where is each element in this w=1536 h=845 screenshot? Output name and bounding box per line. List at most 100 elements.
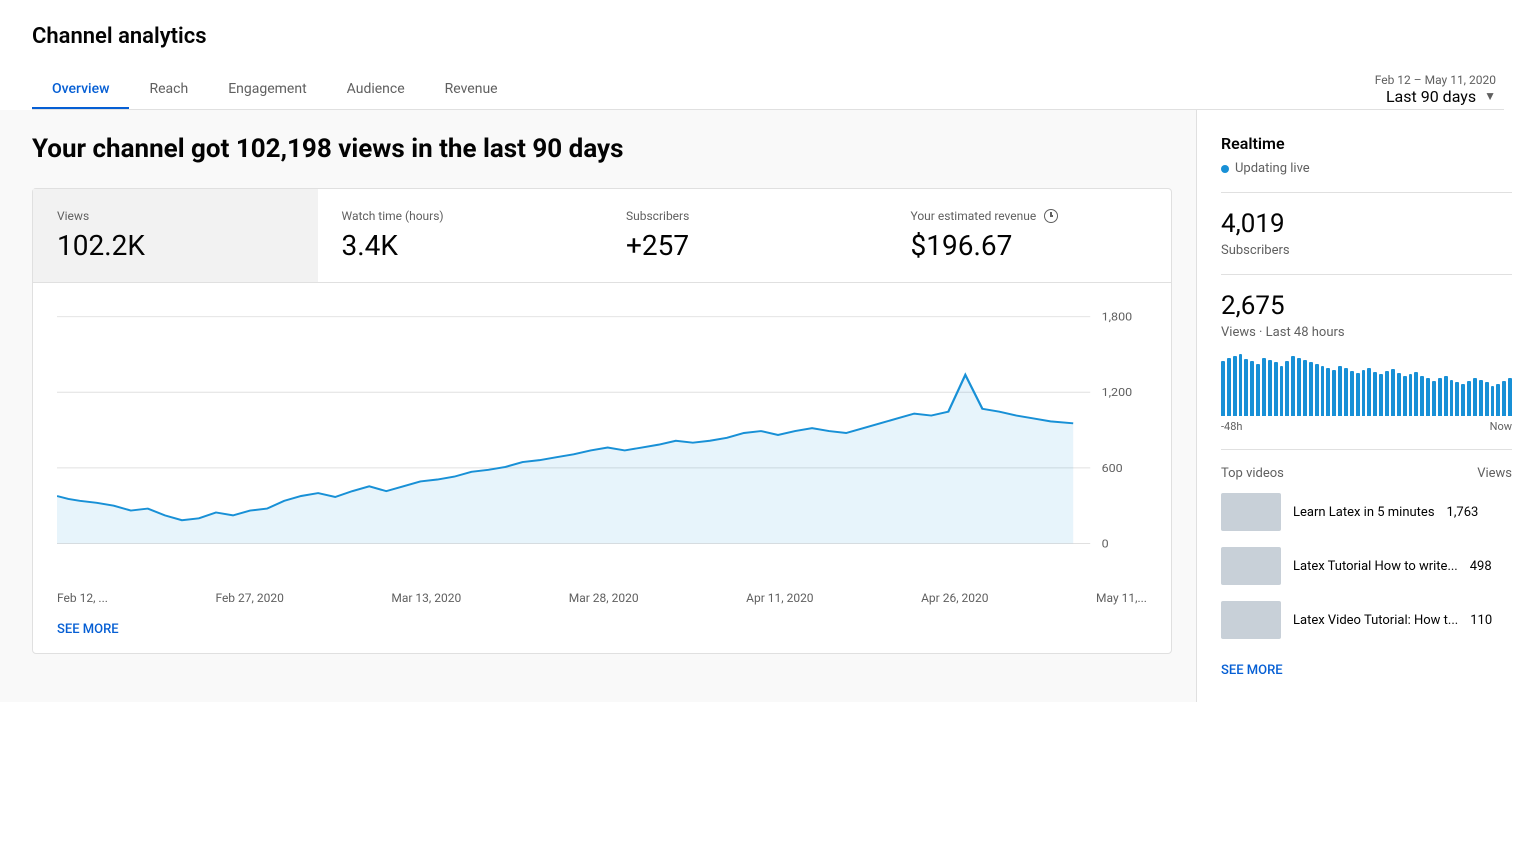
video-thumb-1 [1221,547,1281,585]
video-title-1: Latex Tutorial How to write... [1293,559,1458,574]
x-label-2: Mar 13, 2020 [391,591,461,605]
metric-revenue[interactable]: Your estimated revenue $196.67 [887,189,1172,282]
bar-item [1344,368,1348,416]
tab-revenue[interactable]: Revenue [425,69,518,109]
metric-views-label: Views [57,209,294,223]
svg-text:1,800: 1,800 [1102,310,1133,323]
bar-time-start: -48h [1221,420,1242,433]
divider-1 [1221,192,1512,193]
tab-overview[interactable]: Overview [32,69,129,109]
see-more-section: SEE MORE [33,605,1171,653]
bar-item [1256,364,1260,416]
video-views-1: 498 [1470,559,1492,574]
bar-item [1285,361,1289,416]
bar-item [1450,380,1454,416]
bar-item [1432,381,1436,416]
bar-item [1233,356,1237,416]
svg-text:600: 600 [1102,462,1123,475]
video-title-2: Latex Video Tutorial: How t... [1293,613,1458,628]
video-thumb-0 [1221,493,1281,531]
video-row-0[interactable]: Learn Latex in 5 minutes 1,763 [1221,493,1512,531]
metrics-row: Views 102.2K Watch time (hours) 3.4K Sub… [33,189,1171,283]
tabs-nav: Overview Reach Engagement Audience Reven… [32,69,518,109]
metric-views[interactable]: Views 102.2K [33,189,318,282]
realtime-title: Realtime [1221,134,1512,153]
x-label-1: Feb 27, 2020 [215,591,283,605]
bar-item [1426,378,1430,416]
bar-item [1291,356,1295,416]
bar-time-end: Now [1490,420,1512,433]
x-label-5: Apr 26, 2020 [921,591,988,605]
bar-item [1274,362,1278,416]
metric-revenue-label: Your estimated revenue [911,209,1148,223]
realtime-views-label: Views · Last 48 hours [1221,325,1512,340]
svg-text:1,200: 1,200 [1102,386,1133,399]
top-videos-label: Top videos [1221,466,1284,481]
bar-item [1409,374,1413,416]
tab-audience[interactable]: Audience [327,69,425,109]
bar-item [1473,378,1477,416]
bar-item [1362,370,1366,416]
metric-revenue-value: $196.67 [911,229,1148,262]
bar-item [1479,380,1483,416]
video-row-1[interactable]: Latex Tutorial How to write... 498 [1221,547,1512,585]
date-range-selector[interactable]: Feb 12 – May 11, 2020 Last 90 days ▼ [1375,73,1504,106]
bar-item [1397,373,1401,416]
realtime-bar-chart [1221,356,1512,416]
bar-item [1467,381,1471,416]
bar-item [1491,386,1495,416]
bar-item [1414,372,1418,416]
info-clock-icon [1044,209,1058,223]
metric-subscribers-value: +257 [626,229,863,262]
video-views-2: 110 [1470,613,1492,628]
metric-subscribers-label: Subscribers [626,209,863,223]
bar-item [1444,376,1448,416]
realtime-subscribers-label: Subscribers [1221,243,1512,258]
live-indicator-dot [1221,165,1229,173]
x-label-0: Feb 12, ... [57,591,108,605]
video-thumb-2 [1221,601,1281,639]
bar-item [1356,373,1360,416]
bar-item [1455,382,1459,416]
bar-item [1350,371,1354,416]
page-title: Channel analytics [32,24,1504,49]
tab-engagement[interactable]: Engagement [208,69,326,109]
see-more-link[interactable]: SEE MORE [57,622,119,637]
bar-item [1321,366,1325,416]
metric-views-value: 102.2K [57,229,294,262]
views-chart: 1,800 1,200 600 0 [57,307,1147,559]
bar-item [1315,364,1319,416]
bar-item [1221,361,1225,416]
bar-item [1239,354,1243,416]
bar-item [1227,358,1231,416]
date-range-value: Last 90 days ▼ [1386,87,1496,106]
divider-2 [1221,274,1512,275]
realtime-views-count: 2,675 [1221,291,1512,321]
bar-item [1338,366,1342,416]
bar-item [1485,382,1489,416]
x-label-6: May 11,... [1096,591,1147,605]
views-column-header: Views [1477,466,1512,481]
bar-item [1502,381,1506,416]
analytics-card: Views 102.2K Watch time (hours) 3.4K Sub… [32,188,1172,654]
tab-reach[interactable]: Reach [129,69,208,109]
realtime-subscribers-count: 4,019 [1221,209,1512,239]
video-row-2[interactable]: Latex Video Tutorial: How t... 110 [1221,601,1512,639]
summary-headline: Your channel got 102,198 views in the la… [32,134,1172,164]
bar-item [1461,384,1465,416]
sidebar-see-more-link[interactable]: SEE MORE [1221,663,1283,678]
sidebar-panel: Realtime Updating live 4,019 Subscribers… [1196,110,1536,702]
metric-watch-time[interactable]: Watch time (hours) 3.4K [318,189,603,282]
metric-subscribers[interactable]: Subscribers +257 [602,189,887,282]
bar-time-labels: -48h Now [1221,420,1512,433]
bar-item [1508,378,1512,416]
divider-3 [1221,449,1512,450]
bar-item [1385,371,1389,416]
bar-item [1303,360,1307,416]
x-label-4: Apr 11, 2020 [746,591,813,605]
bar-item [1403,376,1407,416]
video-title-0: Learn Latex in 5 minutes [1293,505,1435,520]
bar-item [1367,368,1371,416]
x-axis-labels: Feb 12, ... Feb 27, 2020 Mar 13, 2020 Ma… [33,583,1171,605]
top-videos-header: Top videos Views [1221,466,1512,481]
